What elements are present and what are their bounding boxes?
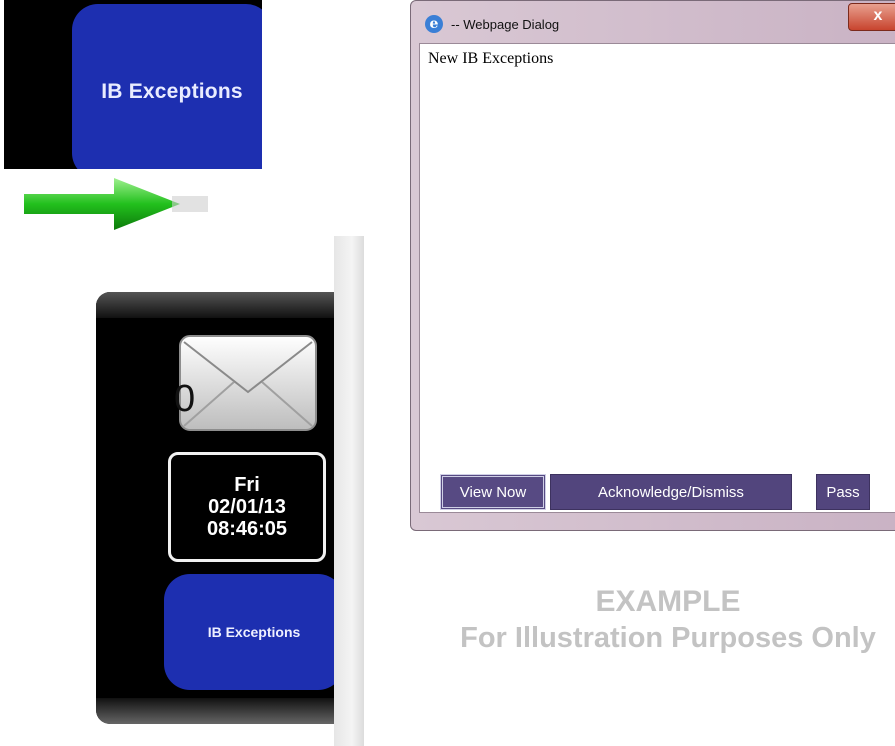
green-arrow-icon bbox=[24, 178, 208, 230]
clock-date: 02/01/13 bbox=[208, 496, 286, 518]
webpage-dialog: e -- Webpage Dialog x New IB Exceptions … bbox=[410, 0, 895, 531]
mail-count: 0 bbox=[174, 378, 196, 420]
ib-exceptions-button[interactable]: IB Exceptions bbox=[164, 574, 334, 690]
side-panel: 0 Fri 02/01/13 08:46:05 IB Exceptions bbox=[96, 292, 334, 724]
pass-button[interactable]: Pass bbox=[816, 474, 870, 510]
dialog-heading: New IB Exceptions bbox=[428, 50, 554, 67]
acknowledge-dismiss-button[interactable]: Acknowledge/Dismiss bbox=[550, 474, 792, 510]
dialog-content: New IB Exceptions View Now Acknowledge/D… bbox=[419, 43, 895, 513]
zoomed-ib-exceptions-crop: IB Exceptions bbox=[4, 0, 262, 169]
clock-box: Fri 02/01/13 08:46:05 bbox=[168, 452, 326, 562]
dialog-titlebar[interactable]: e -- Webpage Dialog x bbox=[411, 1, 895, 41]
ie-icon: e bbox=[425, 15, 443, 33]
close-button[interactable]: x bbox=[848, 3, 895, 31]
clock-time: 08:46:05 bbox=[206, 518, 288, 540]
ib-exceptions-button-zoomed[interactable]: IB Exceptions bbox=[72, 4, 262, 169]
view-now-button[interactable]: View Now bbox=[440, 474, 546, 510]
dialog-title: -- Webpage Dialog bbox=[451, 17, 560, 32]
clock-day: Fri bbox=[234, 474, 260, 496]
envelope-icon[interactable] bbox=[178, 334, 318, 432]
illustration-watermark: For Illustration Purposes Only bbox=[460, 622, 876, 654]
panel-edge-bar bbox=[334, 236, 364, 746]
example-watermark: EXAMPLE bbox=[595, 585, 741, 618]
